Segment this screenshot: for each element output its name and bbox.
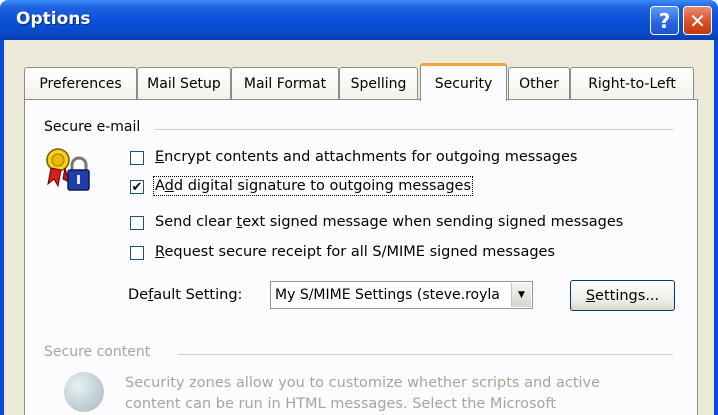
tab-label: Mail Setup [147, 76, 221, 92]
add-digital-signature-checkbox[interactable]: ✔ [130, 180, 144, 194]
send-clear-text-checkbox[interactable] [130, 216, 144, 230]
tab-label: Other [519, 76, 559, 92]
default-setting-value: My S/MIME Settings (steve.royla [275, 287, 500, 303]
dropdown-arrow-button[interactable]: ▼ [511, 283, 531, 307]
tab-label: Security [434, 75, 493, 92]
help-icon: ? [658, 8, 671, 33]
request-secure-receipt-label[interactable]: Request secure receipt for all S/MIME si… [155, 244, 555, 260]
tab-label: Preferences [39, 76, 122, 92]
tab-label: Right-to-Left [588, 76, 676, 92]
tab-label: Spelling [350, 76, 407, 92]
send-clear-text-label[interactable]: Send clear text signed message when send… [155, 214, 623, 230]
add-digital-signature-label[interactable]: Add digital signature to outgoing messag… [152, 176, 474, 196]
tab-other[interactable]: Other [508, 67, 570, 100]
default-setting-label: Default Setting: [128, 287, 243, 303]
tab-security[interactable]: Security [420, 63, 507, 101]
tab-spelling[interactable]: Spelling [339, 67, 418, 100]
group-divider [178, 354, 673, 355]
globe-icon [64, 372, 104, 412]
secure-content-description-line2: content can be run in HTML messages. Sel… [125, 396, 556, 412]
tab-label: Mail Format [243, 76, 327, 92]
tab-mail-format[interactable]: Mail Format [231, 67, 339, 100]
tab-right-to-left[interactable]: Right-to-Left [570, 67, 694, 100]
check-mark-icon: ✔ [131, 179, 143, 195]
close-icon: ✕ [689, 8, 706, 33]
encrypt-contents-label[interactable]: Encrypt contents and attachments for out… [155, 149, 577, 165]
window-title: Options [16, 9, 91, 29]
encrypt-contents-checkbox[interactable] [130, 151, 144, 165]
default-setting-dropdown[interactable]: My S/MIME Settings (steve.royla ▼ [270, 281, 533, 309]
request-secure-receipt-checkbox[interactable] [130, 246, 144, 260]
chevron-down-icon: ▼ [518, 290, 525, 300]
settings-button-label: Settings... [585, 287, 660, 304]
title-bar[interactable]: Options ? ✕ [0, 0, 718, 40]
security-certificate-lock-icon [46, 148, 90, 191]
tab-mail-setup[interactable]: Mail Setup [137, 67, 231, 100]
secure-content-description-line1: Security zones allow you to customize wh… [125, 375, 601, 391]
settings-button[interactable]: Settings... [570, 280, 675, 311]
help-button[interactable]: ? [650, 6, 679, 35]
secure-email-group-label: Secure e-mail [44, 119, 141, 135]
tab-preferences[interactable]: Preferences [24, 67, 137, 100]
close-button[interactable]: ✕ [683, 6, 712, 35]
secure-content-group-label: Secure content [44, 344, 151, 360]
group-divider [155, 129, 673, 130]
